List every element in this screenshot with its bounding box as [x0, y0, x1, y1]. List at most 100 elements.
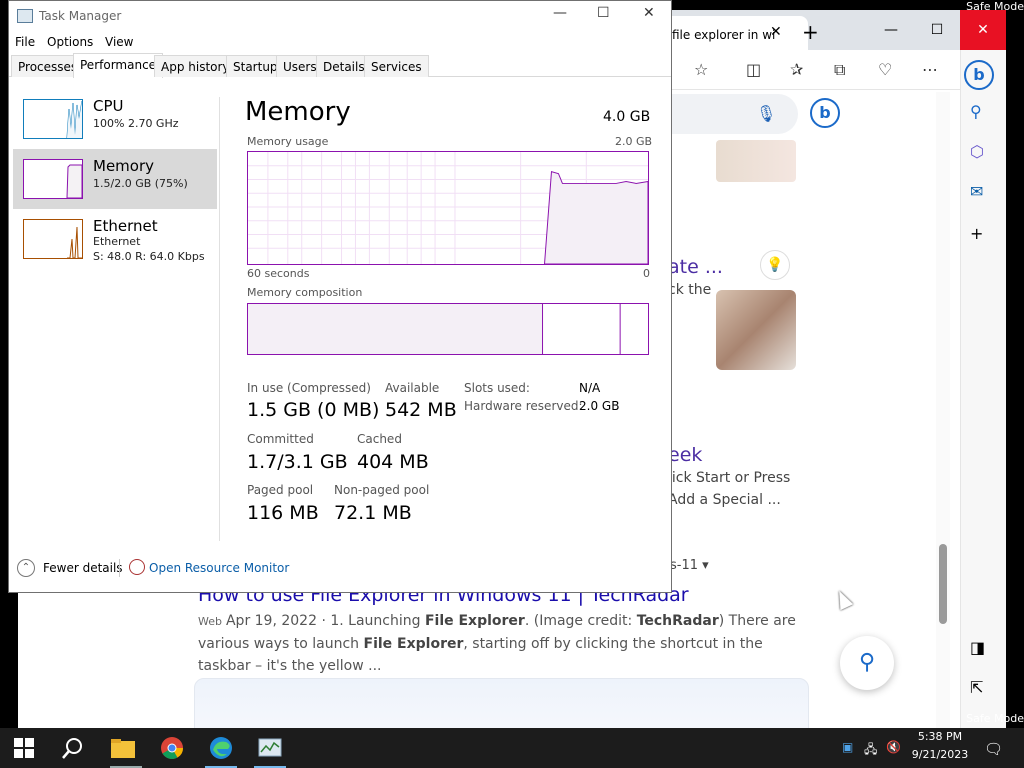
- scrollbar-thumb[interactable]: [939, 544, 947, 624]
- file-explorer-icon[interactable]: [110, 736, 136, 760]
- menu-options[interactable]: Options: [47, 35, 93, 49]
- result-card[interactable]: [194, 678, 809, 728]
- close-tab-icon[interactable]: ✕: [770, 24, 782, 40]
- safe-mode-label: Safe Mode: [966, 712, 1024, 725]
- open-resource-monitor-link[interactable]: Open Resource Monitor: [149, 561, 289, 575]
- ethernet-sparkline: [23, 219, 83, 259]
- result-text-partial: ck the: [668, 282, 712, 298]
- result-text-partial: Add a Special ...: [668, 492, 781, 508]
- clock-date[interactable]: 9/21/2023: [908, 748, 972, 761]
- bing-copilot-icon[interactable]: b: [964, 60, 994, 90]
- network-icon[interactable]: 🖧: [864, 740, 877, 761]
- tray-app-icon[interactable]: ▣: [842, 740, 853, 754]
- memory-composition-bar[interactable]: [247, 303, 649, 355]
- more-options-icon[interactable]: ⋯: [922, 60, 938, 79]
- edge-icon[interactable]: [208, 736, 234, 760]
- resource-item-ethernet[interactable]: Ethernet Ethernet S: 48.0 R: 64.0 Kbps: [13, 209, 217, 269]
- scrollbar-track[interactable]: [936, 92, 950, 728]
- search-fab-icon[interactable]: ⚲: [840, 636, 894, 690]
- fewer-details-button[interactable]: Fewer details: [43, 561, 123, 575]
- task-manager-footer: ⌃ Fewer details Open Resource Monitor: [9, 555, 671, 583]
- task-manager-titlebar[interactable]: Task Manager — ☐ ✕: [9, 1, 671, 31]
- lightbulb-icon[interactable]: 💡: [760, 250, 790, 280]
- minimize-icon[interactable]: —: [868, 10, 914, 50]
- minimize-icon[interactable]: —: [553, 5, 567, 21]
- web-badge: Web: [198, 615, 222, 628]
- result-text-partial: lick Start or Press: [668, 470, 791, 486]
- maximize-icon[interactable]: ☐: [597, 5, 610, 21]
- resource-item-cpu[interactable]: CPU 100% 2.70 GHz: [13, 89, 217, 149]
- menu-file[interactable]: File: [15, 35, 35, 49]
- result-link-partial[interactable]: ate ...: [668, 256, 723, 278]
- browser-essentials-icon[interactable]: ♡: [878, 60, 892, 79]
- open-external-icon[interactable]: ⇱: [970, 678, 983, 697]
- available-value: 542 MB: [385, 399, 457, 421]
- memory-total: 4.0 GB: [603, 109, 651, 125]
- resource-list: CPU 100% 2.70 GHz Memory 1.5/2.0 GB (75%…: [9, 77, 219, 539]
- time-axis-right: 0: [643, 267, 650, 280]
- resource-item-memory[interactable]: Memory 1.5/2.0 GB (75%): [13, 149, 217, 209]
- tab-performance[interactable]: Performance: [73, 53, 164, 78]
- resource-throughput: S: 48.0 R: 64.0 Kbps: [93, 250, 205, 263]
- resource-name: Memory: [93, 157, 155, 175]
- memory-sparkline: [23, 159, 83, 199]
- favorites-icon[interactable]: ✰: [790, 60, 803, 79]
- menu-bar: File Options View: [9, 31, 671, 53]
- in-use-label: In use (Compressed): [247, 381, 371, 395]
- task-manager-app-icon: [17, 9, 33, 23]
- hardware-reserved-value: 2.0 GB: [579, 399, 620, 413]
- pane-divider[interactable]: [219, 97, 220, 541]
- slots-used-label: Slots used:: [464, 381, 530, 395]
- task-manager-window: Task Manager — ☐ ✕ File Options View Pro…: [8, 0, 672, 593]
- memory-composition-label: Memory composition: [247, 286, 363, 299]
- collections-icon[interactable]: ⧉: [834, 60, 845, 80]
- non-paged-pool-label: Non-paged pool: [334, 483, 430, 497]
- new-tab-icon[interactable]: +: [802, 20, 819, 44]
- edge-tab-title: file explorer in wi: [672, 28, 776, 42]
- notifications-icon[interactable]: 🗨: [984, 740, 1003, 758]
- available-label: Available: [385, 381, 440, 395]
- resource-name: CPU: [93, 97, 124, 115]
- tab-services[interactable]: Services: [364, 55, 429, 77]
- windows-start-icon[interactable]: [14, 738, 34, 758]
- split-screen-icon[interactable]: ◫: [746, 60, 761, 79]
- resource-monitor-icon[interactable]: [129, 559, 145, 575]
- volume-muted-icon[interactable]: 🔇: [886, 740, 901, 754]
- search-icon[interactable]: [60, 736, 86, 760]
- sidebar-toggle-icon[interactable]: ◨: [970, 638, 985, 657]
- chevron-up-icon[interactable]: ⌃: [17, 559, 35, 577]
- close-window-icon[interactable]: ✕: [960, 10, 1006, 50]
- committed-value: 1.7/3.1 GB: [247, 451, 348, 473]
- committed-label: Committed: [247, 432, 314, 446]
- cached-value: 404 MB: [357, 451, 429, 473]
- slots-used-value: N/A: [579, 381, 601, 395]
- maximize-icon[interactable]: ☐: [914, 10, 960, 50]
- add-sidebar-icon[interactable]: +: [970, 224, 983, 243]
- cached-label: Cached: [357, 432, 402, 446]
- task-manager-taskbar-icon[interactable]: [257, 736, 283, 760]
- memory-usage-graph: [247, 151, 649, 265]
- menu-view[interactable]: View: [105, 35, 133, 49]
- search-result-snippet: Web Apr 19, 2022 · 1. Launching File Expl…: [198, 613, 796, 674]
- result-link-partial[interactable]: eek: [668, 444, 702, 466]
- resource-name: Ethernet: [93, 217, 158, 235]
- favorite-star-icon[interactable]: ☆: [694, 60, 708, 79]
- clock-time[interactable]: 5:38 PM: [912, 730, 968, 743]
- outlook-icon[interactable]: ✉: [970, 182, 983, 201]
- search-icon[interactable]: ⚲: [970, 102, 982, 121]
- result-breadcrumb-partial[interactable]: s-11 ▾: [670, 558, 709, 573]
- result-thumbnail-person[interactable]: [716, 290, 796, 370]
- edge-tab[interactable]: file explorer in wi: [658, 16, 808, 50]
- chrome-icon[interactable]: [159, 736, 185, 760]
- page-title: Memory: [245, 97, 351, 127]
- window-title: Task Manager: [39, 9, 122, 23]
- time-axis-left: 60 seconds: [247, 267, 310, 280]
- tab-app-history[interactable]: App history: [154, 55, 237, 77]
- bing-visual-search-icon[interactable]: b: [810, 98, 840, 128]
- cpu-sparkline: [23, 99, 83, 139]
- close-icon[interactable]: ✕: [643, 5, 655, 21]
- microphone-icon[interactable]: 🎙: [756, 104, 776, 123]
- result-thumbnail[interactable]: [716, 140, 796, 182]
- footer-separator: [119, 559, 120, 577]
- office-icon[interactable]: ⬡: [970, 142, 984, 161]
